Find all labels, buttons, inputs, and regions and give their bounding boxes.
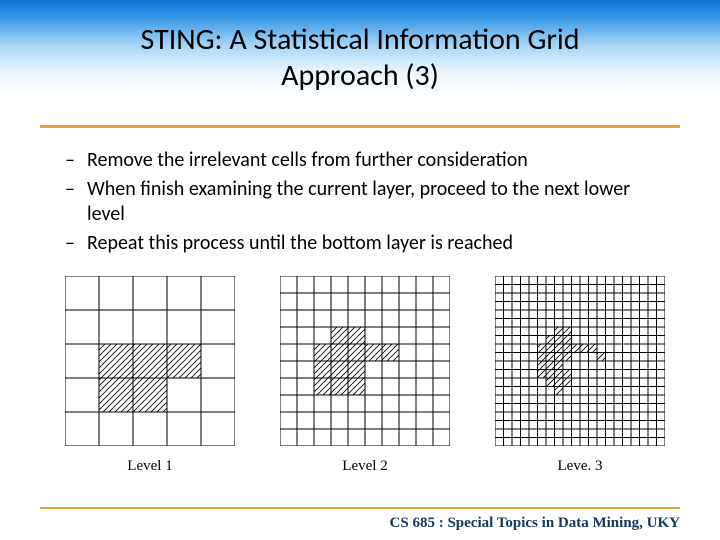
footer-text: CS 685 : Special Topics in Data Mining, … (390, 515, 680, 531)
slide-title: STING: A Statistical Information Grid Ap… (0, 0, 720, 94)
bullet-item: Repeat this process until the bottom lay… (65, 231, 655, 256)
title-line-1: STING: A Statistical Information Grid (141, 21, 580, 58)
grid-block: Level 1 (65, 276, 235, 475)
grid-block: Level 2 (280, 276, 450, 475)
slide-footer: CS 685 : Special Topics in Data Mining, … (40, 507, 680, 532)
bullet-item: Remove the irrelevant cells from further… (65, 148, 655, 173)
grid-caption: Leve. 3 (558, 458, 603, 475)
grid-caption: Level 2 (342, 458, 387, 475)
grid-svg (495, 276, 665, 446)
title-line-2: Approach (3) (281, 57, 439, 94)
grid-block: Leve. 3 (495, 276, 665, 475)
title-underline (40, 125, 680, 128)
bullet-item: When finish examining the current layer,… (65, 177, 655, 227)
slide-header: STING: A Statistical Information Grid Ap… (0, 0, 720, 128)
grid-svg (280, 276, 450, 446)
grid-diagrams: Level 1 Level 2 Leve. 3 (0, 260, 720, 475)
grid-svg (65, 276, 235, 446)
slide-content: Remove the irrelevant cells from further… (0, 128, 720, 256)
grid-caption: Level 1 (127, 458, 172, 475)
bullet-list: Remove the irrelevant cells from further… (65, 148, 655, 256)
